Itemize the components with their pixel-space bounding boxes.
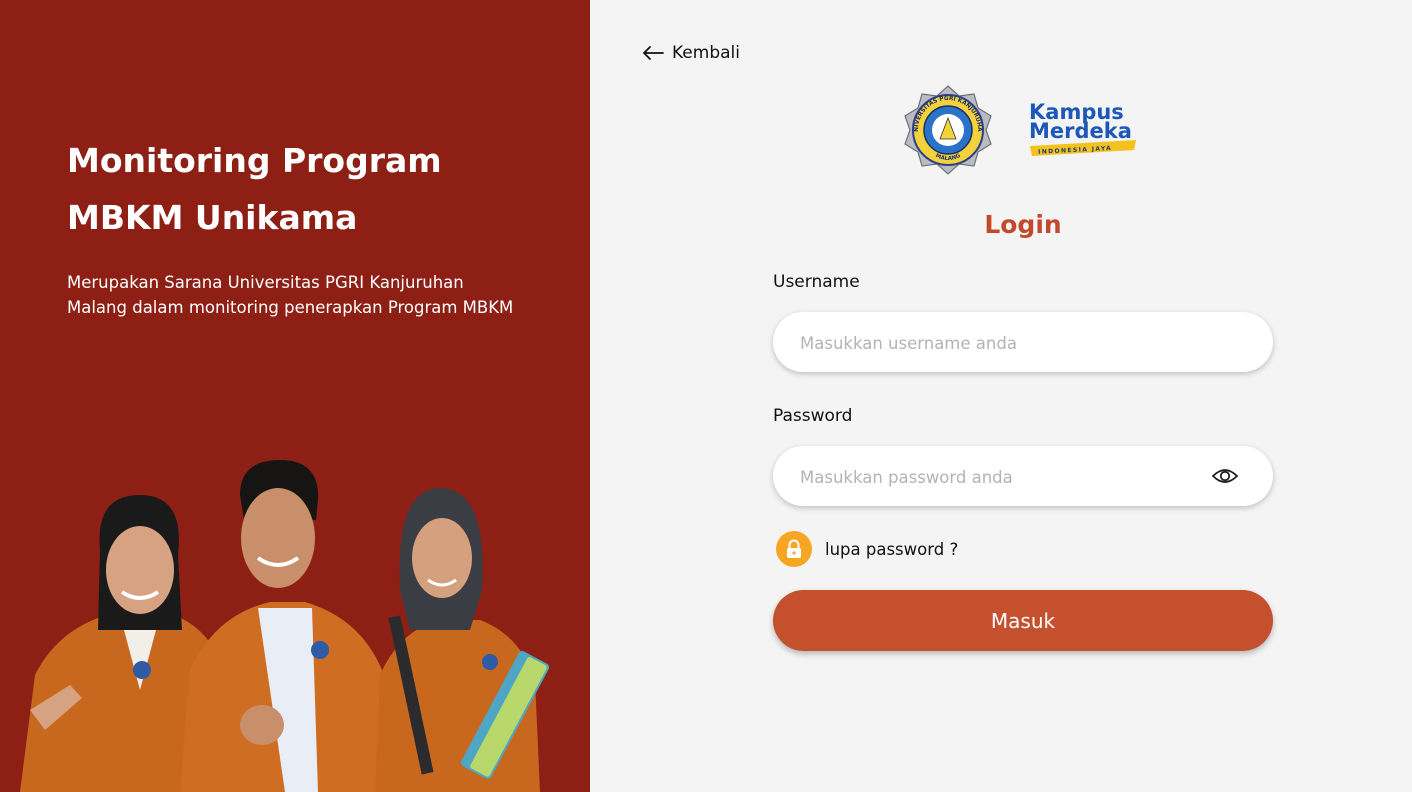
back-link[interactable]: Kembali [642,40,740,66]
arrow-left-icon [643,46,664,60]
students-photo [20,460,550,792]
hero-title-line1: Monitoring Program [67,141,442,180]
hero-panel: Monitoring Program MBKM Unikama Merupaka… [0,0,590,792]
hero-subtitle: Merupakan Sarana Universitas PGRI Kanjur… [67,270,557,320]
password-label: Password [773,406,853,426]
eye-icon[interactable] [1211,465,1239,487]
username-label: Username [773,272,860,292]
login-submit-button[interactable]: Masuk [773,590,1273,651]
lock-badge [776,531,812,567]
hero-subtitle-line1: Merupakan Sarana Universitas PGRI Kanjur… [67,273,464,292]
hero-title-line2: MBKM Unikama [67,198,358,237]
lock-icon [787,539,801,558]
back-label: Kembali [672,43,740,63]
unikama-logo: UNIVERSITAS PGRI KANJURUHAN MALANG [902,84,992,175]
hero-title: Monitoring Program MBKM Unikama [67,132,547,246]
forgot-password-link[interactable]: lupa password ? [776,531,958,567]
login-panel: Kembali UNIVERSITAS PGRI KANJURUHAN MALA… [590,0,1412,792]
forgot-password-label: lupa password ? [825,539,959,559]
login-title: Login [984,210,1062,239]
username-field [773,312,1273,374]
hero-subtitle-line2: Malang dalam monitoring penerapkan Progr… [67,298,514,317]
password-input[interactable] [798,446,1182,508]
student-right [375,488,550,792]
kampus-line2: Merdeka [1029,119,1132,143]
kampus-merdeka-logo: Kampus Merdeka INDONESIA JAYA [1029,100,1136,156]
username-input[interactable] [798,312,1182,374]
password-field [773,446,1273,508]
student-middle [180,460,392,792]
